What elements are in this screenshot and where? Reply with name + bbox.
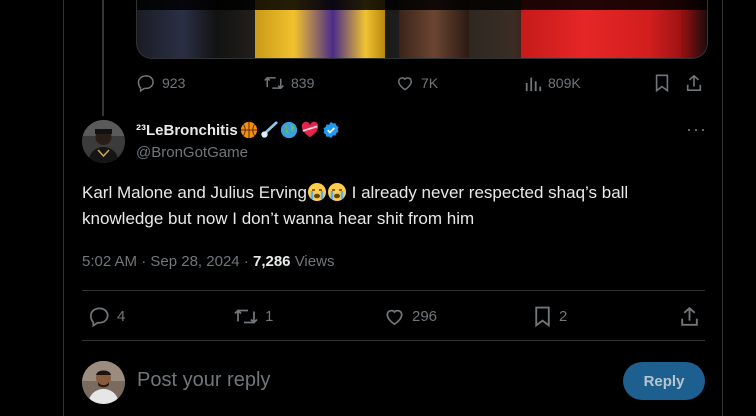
timeline-left-border: [63, 0, 64, 416]
tweet-meta: 5:02 AM · Sep 28, 2024 · 7,286 Views: [82, 253, 334, 270]
parent-views-action[interactable]: 809K: [524, 73, 581, 93]
reply-input[interactable]: Post your reply: [137, 369, 270, 392]
author-handle[interactable]: @BronGotGame: [136, 144, 248, 161]
reply-count: 4: [117, 308, 126, 325]
repost-count: 1: [265, 308, 274, 325]
parent-repost-count: 839: [291, 75, 315, 91]
like-count: 296: [412, 308, 438, 325]
author-display-name: ²³LeBronchitis: [136, 121, 238, 139]
bookmark-icon: [535, 306, 550, 328]
meta-separator: ·: [243, 253, 253, 270]
comet-icon: [261, 121, 278, 138]
media-top-shade: [137, 0, 707, 10]
views-label: Views: [290, 253, 335, 270]
heart-icon: [397, 77, 413, 91]
tweet-text-part1: Karl Malone and Julius Erving: [82, 183, 307, 202]
thread-connector-line: [102, 0, 104, 116]
views-chart-icon: [525, 77, 542, 92]
parent-reply-action[interactable]: 923: [136, 73, 185, 93]
author-name[interactable]: ²³LeBronchitis: [136, 121, 340, 139]
more-options-icon[interactable]: ···: [686, 119, 707, 140]
verified-badge-icon: [323, 121, 339, 139]
repost-action[interactable]: 1: [233, 305, 273, 328]
reply-icon: [90, 307, 109, 328]
parent-like-count: 7K: [421, 75, 439, 91]
loudly-crying-face-icon: [307, 183, 326, 201]
current-user-avatar[interactable]: [82, 361, 125, 404]
parent-repost-action[interactable]: 839: [263, 73, 314, 93]
repost-icon: [264, 76, 284, 90]
divider-bottom: [82, 340, 705, 341]
share-icon: [686, 74, 702, 92]
views-count: 7,286: [252, 253, 291, 270]
share-icon: [681, 306, 698, 326]
timeline-right-border: [722, 0, 723, 416]
parent-views-count: 809K: [548, 75, 581, 91]
reply-icon: [137, 75, 154, 93]
author-avatar[interactable]: [82, 120, 125, 163]
parent-reply-count: 923: [162, 75, 186, 91]
bookmark-icon: [655, 74, 669, 93]
parent-bookmark-action[interactable]: [653, 73, 671, 93]
globe-icon: [280, 121, 297, 139]
tweet-text: Karl Malone and Julius Erving I already …: [82, 180, 712, 232]
tweet-time[interactable]: 5:02 AM: [82, 253, 137, 270]
parent-tweet-media-image[interactable]: [136, 0, 708, 59]
bookmark-action[interactable]: 2: [532, 305, 567, 328]
reply-button[interactable]: Reply: [623, 362, 705, 400]
basketball-icon: [240, 121, 257, 139]
heart-ribbon-icon: [301, 121, 318, 138]
share-action[interactable]: [679, 305, 700, 328]
loudly-crying-face-icon: [327, 183, 346, 201]
like-action[interactable]: 296: [383, 305, 437, 328]
repost-icon: [234, 309, 258, 324]
tweet-date[interactable]: Sep 28, 2024: [150, 253, 239, 270]
bookmark-count: 2: [559, 308, 568, 325]
parent-like-action[interactable]: 7K: [395, 73, 438, 93]
reply-action[interactable]: 4: [88, 305, 125, 328]
parent-share-action[interactable]: [685, 73, 703, 93]
meta-separator: ·: [141, 253, 151, 270]
heart-icon: [386, 309, 403, 326]
divider-top: [82, 290, 705, 291]
